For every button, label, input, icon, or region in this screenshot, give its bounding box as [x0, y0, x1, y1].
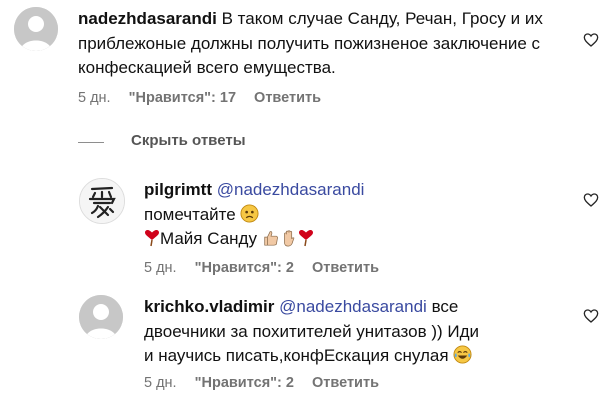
reply-krichko-vladimir: krichko.vladimir @nadezhdasarandi все дв…: [0, 286, 615, 401]
avatar[interactable]: [79, 178, 125, 224]
heart-outline-icon[interactable]: [583, 192, 599, 208]
kanji-avatar: [80, 179, 124, 223]
red-heart-emoji: [145, 230, 159, 247]
reply-pilgrimtt: pilgrimtt @nadezhdasarandi помечтайте Ма…: [0, 170, 615, 280]
mention-link[interactable]: @nadezhdasarandi: [217, 180, 365, 199]
heart-outline-icon[interactable]: [583, 32, 599, 48]
tears-of-joy-emoji: [453, 345, 472, 364]
comment-time[interactable]: 5 дн.: [78, 90, 111, 106]
reply-text-line2: Майя Санду: [160, 229, 257, 248]
reply-meta: 5 дн. "Нравится": 2 Ответить: [144, 260, 393, 276]
reply-username[interactable]: krichko.vladimir: [144, 297, 274, 316]
comment-username[interactable]: nadezhdasarandi: [78, 9, 217, 28]
mention-link[interactable]: @nadezhdasarandi: [279, 297, 427, 316]
reply-body: pilgrimtt @nadezhdasarandi помечтайте Ма…: [144, 178, 584, 252]
sad-face-emoji: [240, 203, 259, 223]
comment-meta: 5 дн. "Нравится": 17 Ответить: [78, 90, 335, 106]
divider: [78, 142, 104, 143]
reply-username[interactable]: pilgrimtt: [144, 180, 212, 199]
thumbs-up-emoji: [264, 231, 278, 246]
avatar[interactable]: [79, 295, 123, 339]
reply-body: krichko.vladimir @nadezhdasarandi все дв…: [144, 295, 489, 369]
default-avatar-icon: [79, 295, 123, 339]
red-heart-emoji: [298, 230, 313, 247]
reply-button[interactable]: Ответить: [254, 90, 321, 106]
comment-likes[interactable]: "Нравится": 17: [129, 90, 236, 106]
hide-replies-label: Скрыть ответы: [131, 132, 246, 149]
reply-time[interactable]: 5 дн.: [144, 375, 177, 391]
default-avatar-icon: [14, 7, 58, 51]
reply-button[interactable]: Ответить: [312, 260, 379, 276]
reply-meta: 5 дн. "Нравится": 2 Ответить: [144, 375, 393, 391]
reply-likes[interactable]: "Нравится": 2: [195, 375, 294, 391]
reply-time[interactable]: 5 дн.: [144, 260, 177, 276]
raised-hand-emoji: [283, 230, 295, 247]
avatar[interactable]: [14, 7, 58, 51]
comment-body: nadezhdasarandi В таком случае Санду, Ре…: [78, 7, 583, 81]
heart-outline-icon[interactable]: [583, 308, 599, 324]
reply-likes[interactable]: "Нравится": 2: [195, 260, 294, 276]
comment-nadezhdasarandi: nadezhdasarandi В таком случае Санду, Ре…: [0, 0, 615, 120]
reply-text-line1: помечтайте: [144, 204, 236, 224]
reply-button[interactable]: Ответить: [312, 375, 379, 391]
